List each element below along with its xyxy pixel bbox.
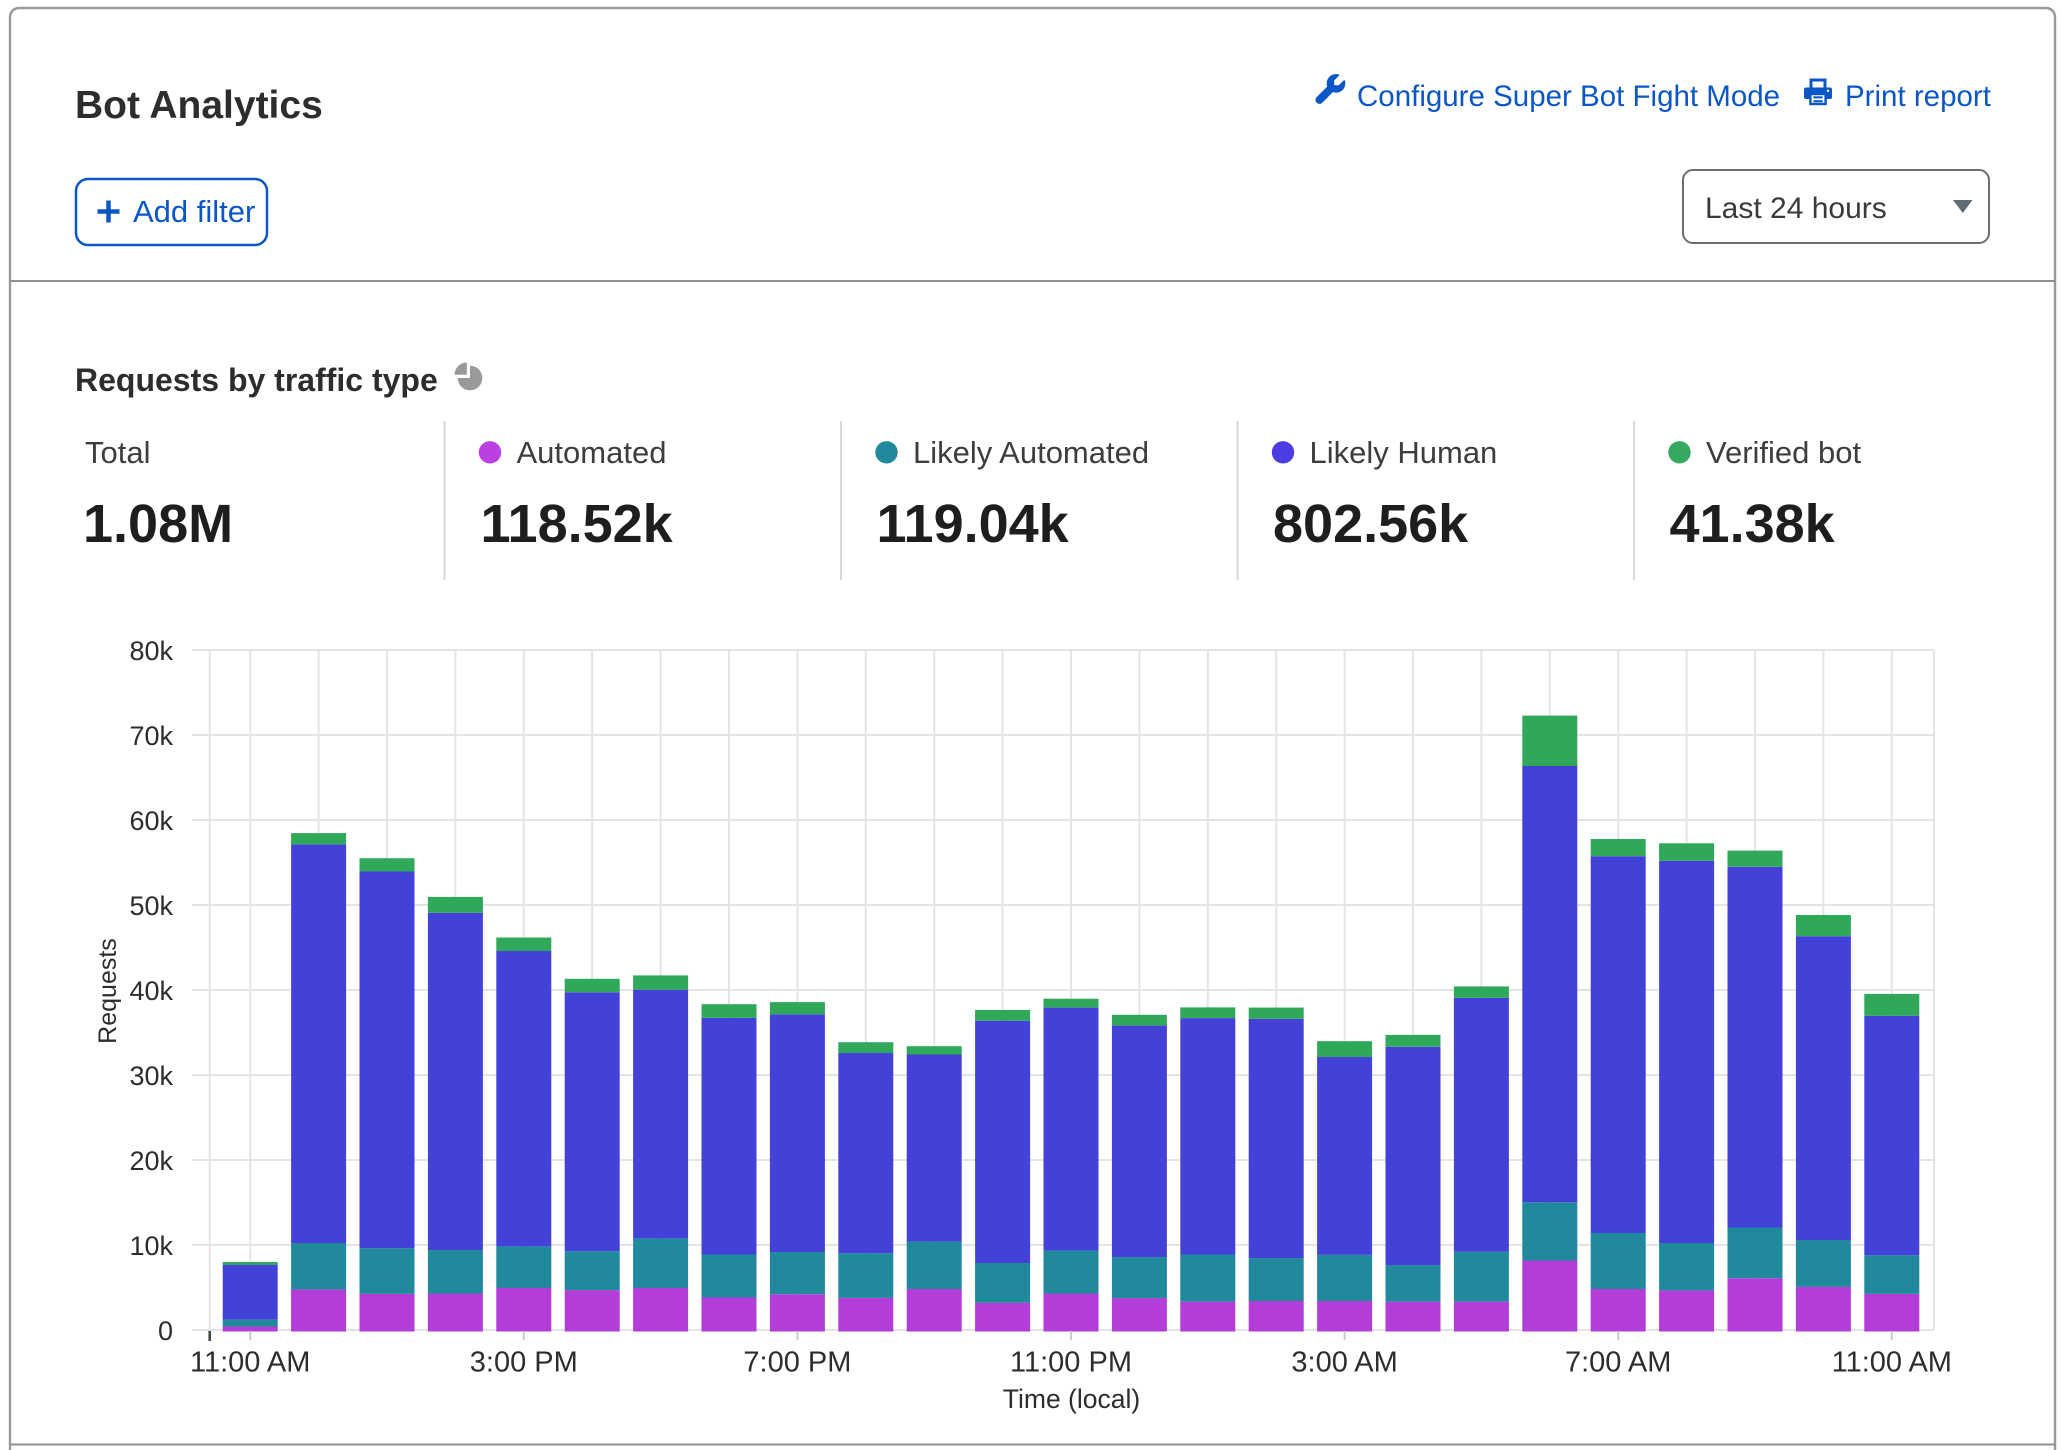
svg-text:Requests by traffic type: Requests by traffic type (75, 362, 438, 398)
svg-text:Total: Total (85, 435, 150, 470)
svg-text:802.56k: 802.56k (1273, 494, 1469, 554)
svg-text:Verified bot: Verified bot (1706, 435, 1861, 470)
svg-text:118.52k: 118.52k (481, 494, 674, 554)
svg-text:Time (local): Time (local) (1003, 1384, 1140, 1414)
svg-text:11:00 PM: 11:00 PM (1010, 1347, 1132, 1379)
svg-text:Likely Automated: Likely Automated (913, 435, 1149, 470)
svg-text:Print report: Print report (1845, 80, 1991, 113)
svg-text:Requests: Requests (94, 938, 122, 1044)
svg-text:Bot Analytics: Bot Analytics (75, 84, 323, 127)
svg-text:7:00 AM: 7:00 AM (1565, 1347, 1671, 1379)
svg-text:0: 0 (158, 1316, 173, 1346)
svg-text:10k: 10k (129, 1231, 173, 1261)
svg-text:Likely Human: Likely Human (1310, 435, 1498, 470)
svg-text:40k: 40k (129, 976, 173, 1006)
svg-text:119.04k: 119.04k (877, 494, 1070, 554)
svg-text:Automated: Automated (517, 435, 667, 470)
svg-text:Configure Super Bot Fight Mode: Configure Super Bot Fight Mode (1357, 80, 1780, 113)
svg-text:7:00 PM: 7:00 PM (743, 1347, 851, 1379)
svg-text:11:00 AM: 11:00 AM (190, 1347, 310, 1379)
svg-text:3:00 PM: 3:00 PM (470, 1347, 578, 1379)
svg-text:Add filter: Add filter (133, 194, 255, 229)
svg-text:50k: 50k (129, 891, 173, 921)
svg-text:30k: 30k (129, 1061, 173, 1091)
svg-text:80k: 80k (129, 636, 173, 666)
svg-text:1.08M: 1.08M (83, 494, 233, 554)
svg-text:70k: 70k (129, 721, 173, 751)
svg-text:20k: 20k (129, 1146, 173, 1176)
svg-text:3:00 AM: 3:00 AM (1291, 1347, 1397, 1379)
svg-text:60k: 60k (129, 806, 173, 836)
svg-text:Last 24 hours: Last 24 hours (1705, 192, 1887, 225)
svg-text:41.38k: 41.38k (1670, 494, 1836, 554)
svg-text:11:00 AM: 11:00 AM (1832, 1347, 1952, 1379)
